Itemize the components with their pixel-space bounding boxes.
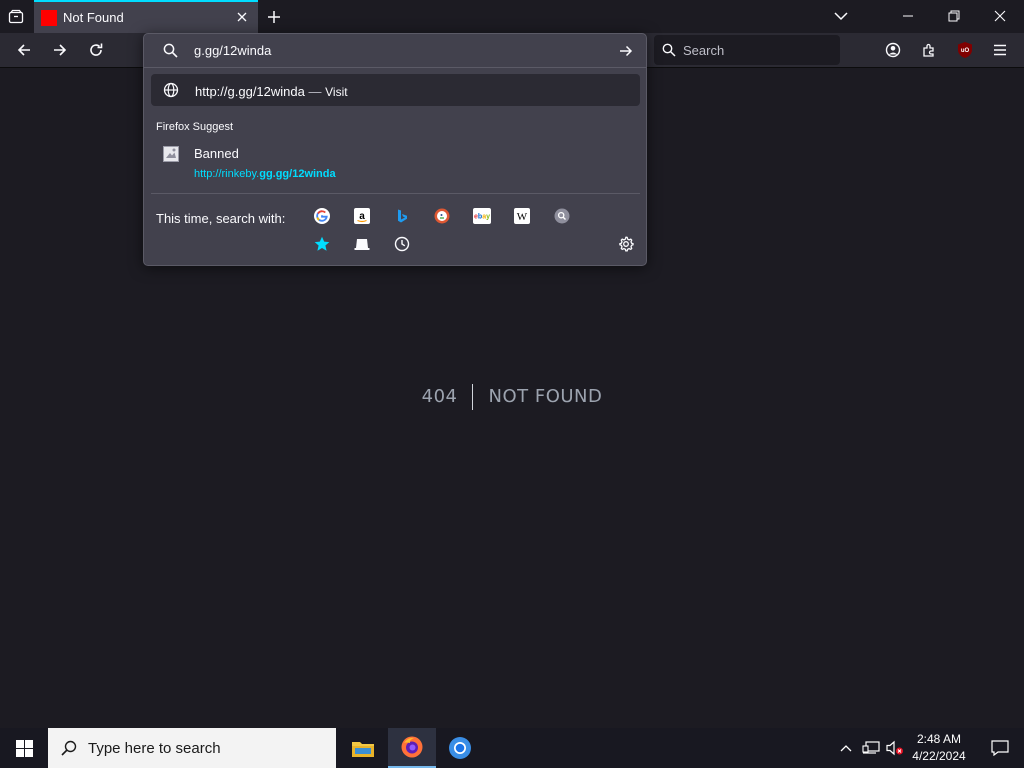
clock-time: 2:48 AM (916, 732, 962, 746)
bookmarks-star-icon[interactable] (313, 235, 331, 253)
divider (151, 193, 640, 194)
suggestion-url-prefix: http://rinkeby. (194, 168, 260, 180)
wikipedia-engine-icon[interactable]: W (513, 207, 531, 225)
globe-icon (163, 82, 179, 98)
account-icon[interactable] (881, 39, 905, 61)
duckduckgo-engine-icon[interactable] (433, 207, 451, 225)
close-tab-icon[interactable] (234, 9, 250, 25)
search-bar-placeholder: Search (683, 43, 725, 58)
tabs-icon[interactable] (353, 235, 371, 253)
visit-url-value: http://g.gg/12winda (195, 84, 305, 99)
menu-icon[interactable] (988, 39, 1012, 61)
taskbar-search-placeholder: Type here to search (88, 740, 221, 757)
address-bar[interactable]: g.gg/12winda (144, 34, 646, 68)
firefox-taskbar-icon[interactable] (388, 728, 436, 768)
suggestion-result[interactable]: Banned http://rinkeby.gg.gg/12winda (151, 142, 640, 186)
windows-start-icon[interactable] (0, 728, 48, 768)
search-bar[interactable]: Search (654, 35, 840, 65)
file-explorer-icon[interactable] (339, 728, 387, 768)
show-hidden-icons-chevron-icon[interactable] (834, 728, 858, 768)
visit-separator: — (308, 84, 322, 99)
svg-text:W: W (517, 211, 528, 223)
windows-taskbar: Type here to search 2:48 AM 4/22/2024 (0, 728, 1024, 768)
taskbar-clock[interactable]: 2:48 AM 4/22/2024 (906, 731, 972, 765)
urlbar-dropdown: g.gg/12winda http://g.gg/12winda — Visit… (143, 33, 647, 266)
ublock-origin-icon[interactable]: uO (953, 39, 977, 61)
search-engine-icon[interactable] (553, 207, 571, 225)
restore-icon[interactable] (936, 6, 972, 26)
svg-text:a: a (359, 211, 365, 222)
firefox-suggest-heading: Firefox Suggest (156, 121, 234, 133)
reload-icon[interactable] (84, 39, 108, 61)
bing-engine-icon[interactable] (393, 207, 411, 225)
list-all-tabs-icon[interactable] (830, 6, 852, 26)
svg-text:ebay: ebay (474, 214, 490, 221)
tab-favicon (41, 10, 57, 26)
visit-url-result[interactable]: http://g.gg/12winda — Visit (151, 74, 640, 106)
minimize-icon[interactable] (890, 6, 926, 26)
visit-action-label: Visit (325, 85, 348, 99)
search-settings-gear-icon[interactable] (617, 235, 635, 253)
visit-url-text: http://g.gg/12winda — Visit (195, 84, 348, 99)
new-tab-icon[interactable] (264, 7, 284, 27)
ebay-engine-icon[interactable]: ebay (473, 207, 491, 225)
clock-date: 4/22/2024 (912, 749, 966, 763)
suggestion-title: Banned (194, 146, 239, 161)
error-message: NOT FOUND (488, 386, 603, 407)
network-icon[interactable] (858, 728, 884, 768)
suggestion-url-match: gg.gg/12winda (259, 168, 336, 180)
search-icon (163, 43, 178, 58)
chrome-taskbar-icon[interactable] (436, 728, 484, 768)
notifications-icon[interactable] (976, 728, 1024, 768)
search-icon (662, 43, 676, 57)
error-code: 404 (422, 384, 474, 410)
one-off-search-label: This time, search with: (156, 211, 286, 226)
tab-not-found[interactable]: Not Found (34, 0, 258, 33)
suggestion-url: http://rinkeby.gg.gg/12winda (194, 168, 336, 180)
forward-icon[interactable] (48, 39, 72, 61)
volume-muted-icon[interactable] (884, 728, 906, 768)
history-clock-icon[interactable] (393, 235, 411, 253)
svg-text:uO: uO (961, 48, 970, 54)
google-engine-icon[interactable] (313, 207, 331, 225)
extensions-icon[interactable] (917, 39, 941, 61)
address-input[interactable]: g.gg/12winda (194, 43, 271, 58)
firefox-view-icon[interactable] (6, 7, 26, 27)
page-favicon-icon (163, 146, 179, 162)
tab-title: Not Found (63, 10, 124, 25)
not-found-message: 404 NOT FOUND (0, 384, 1024, 410)
go-arrow-icon[interactable] (618, 43, 634, 59)
tab-strip: Not Found (0, 0, 1024, 33)
amazon-engine-icon[interactable]: a (353, 207, 371, 225)
back-icon[interactable] (12, 39, 36, 61)
close-window-icon[interactable] (982, 6, 1018, 26)
taskbar-search-box[interactable]: Type here to search (48, 728, 336, 768)
search-icon (61, 740, 77, 756)
